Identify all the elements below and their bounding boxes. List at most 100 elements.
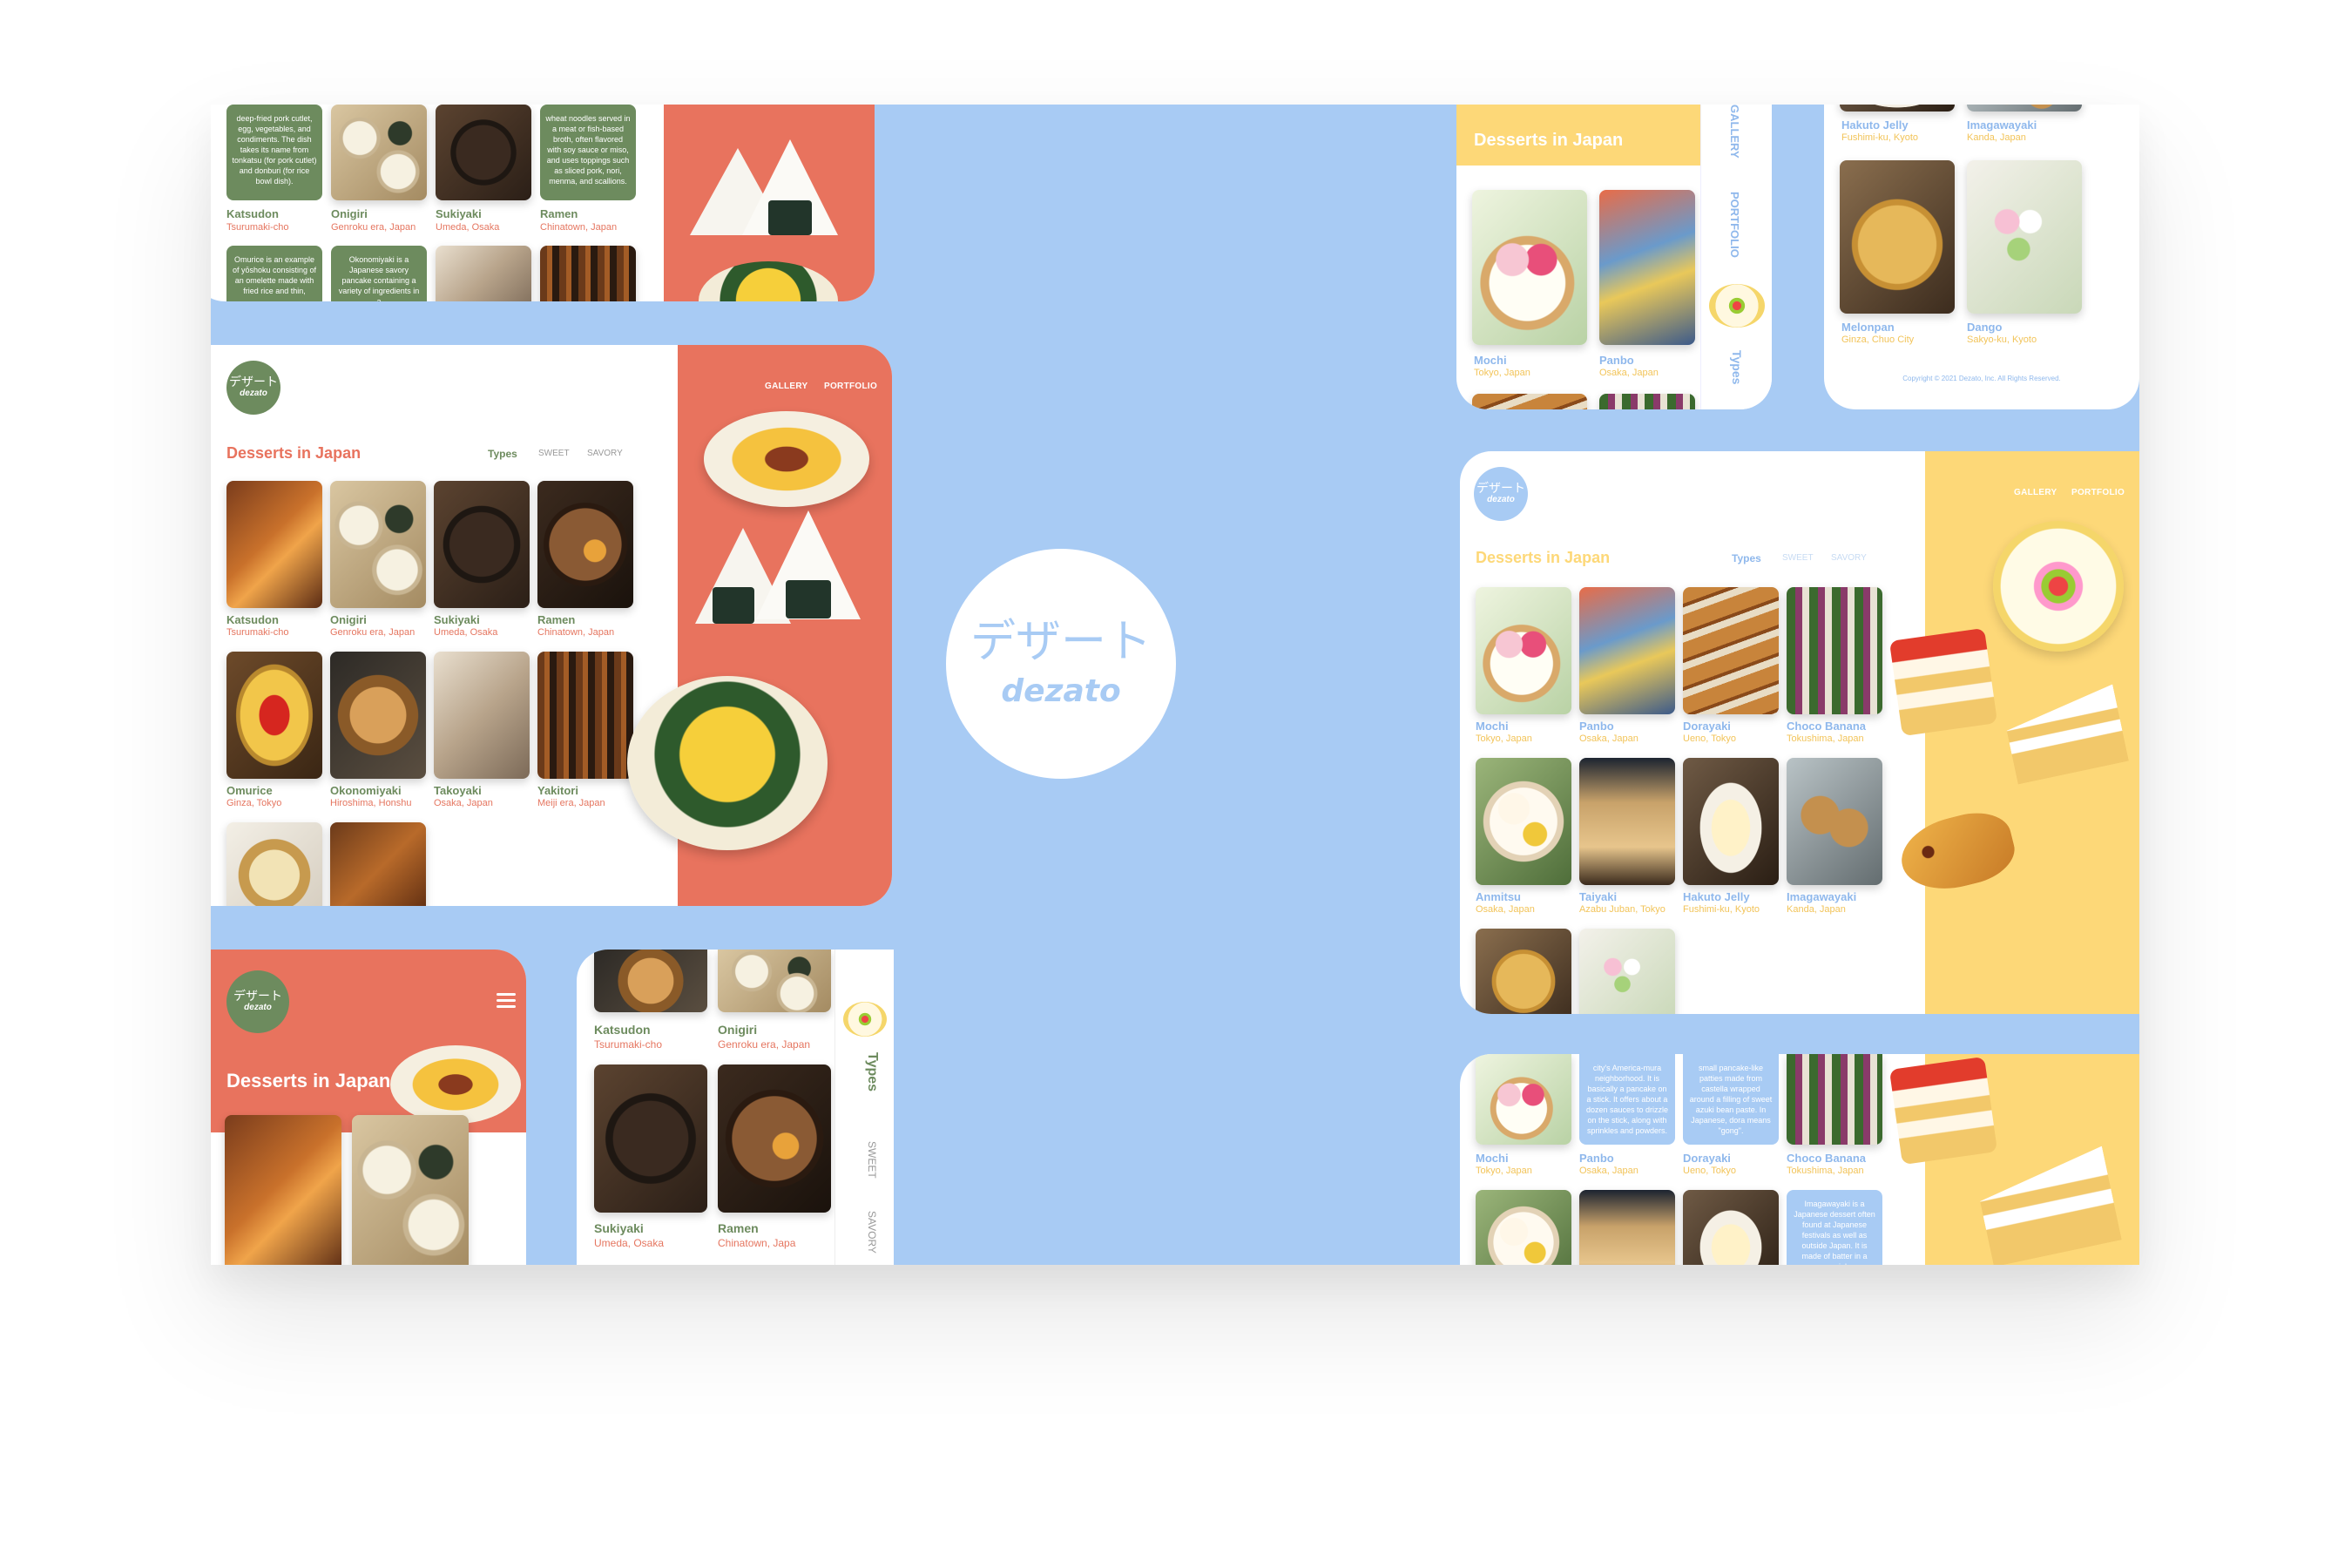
strawberry-shortcake-illustration [1888,1056,1998,1166]
item-name: Mochi [1474,354,1507,367]
logo[interactable]: デザート dezato [226,970,289,1033]
item-name: Imagawayaki [1967,118,2037,132]
item-place: Osaka, Japan [1579,733,1638,744]
ramen-photo[interactable] [718,1064,831,1213]
filter-sweet[interactable]: SWEET [1782,553,1814,563]
melonpan-photo[interactable] [1840,160,1955,314]
sukiyaki-photo[interactable] [594,1064,707,1213]
item-place: Tsurumaki-cho [594,1038,663,1051]
item-name: Taiyaki [1579,890,1618,903]
dorayaki-photo[interactable] [1683,587,1779,714]
filter-savory[interactable]: SAVORY [1831,553,1867,563]
logo[interactable]: デザート dezato [1474,467,1528,521]
sukiyaki-photo[interactable] [434,481,530,608]
filter-types[interactable]: Types [488,448,517,460]
taiyaki-photo[interactable] [1579,1190,1675,1265]
dorayaki-description: small pancake-like patties made from cas… [1683,1054,1779,1145]
item-name: Katsudon [226,207,279,220]
copyright: Copyright © 2021 Dezato, Inc. All Rights… [1902,375,2061,382]
mochi-photo[interactable] [1472,190,1587,345]
imagawayaki-description: Imagawayaki is a Japanese dessert often … [1787,1190,1882,1265]
mobile-savory-card: デザート dezato Desserts in Japan [211,950,526,1265]
katsudon-photo[interactable] [225,1115,341,1265]
panbo-description: city's America-mura neighborhood. It is … [1579,1054,1675,1145]
item-place: Ueno, Tokyo [1683,1166,1736,1176]
taiyaki-photo[interactable] [1579,758,1675,885]
sweet-gallery-card: デザート dezato GALLERY PORTFOLIO Desserts i… [1460,451,2139,1014]
filter-types[interactable]: Types [864,1052,880,1092]
filter-types[interactable]: Types [1730,350,1744,384]
choco-banana-photo[interactable] [1787,587,1882,714]
okonomiyaki-photo[interactable] [330,652,426,779]
filter-savory[interactable]: SAVORY [866,1211,878,1254]
choco-banana-photo[interactable] [1787,1054,1882,1145]
ramen-description: wheat noodles served in a meat or fish-b… [540,105,636,200]
panbo-photo[interactable] [1599,190,1695,345]
item-name: Anmitsu [1476,890,1521,903]
dango-photo[interactable] [1579,929,1675,1014]
item-place: Tsurumaki-cho [226,222,289,233]
sukiyaki-photo[interactable] [436,105,531,200]
brand-logo-circle: デザート dezato [946,549,1176,779]
filter-sweet[interactable]: SWEET [866,1141,878,1179]
okonomiyaki-description: Okonomiyaki is a Japanese savory pancake… [331,246,427,301]
hakuto-jelly-photo[interactable] [1683,1190,1779,1265]
onigiri-photo[interactable] [330,481,426,608]
anmitsu-photo[interactable] [1476,1190,1571,1265]
melonpan-photo[interactable] [1476,929,1571,1014]
okonomiyaki-photo[interactable] [594,950,707,1012]
panbo-photo[interactable] [1579,587,1675,714]
nav-portfolio[interactable]: PORTFOLIO [2071,488,2125,497]
ramen-photo[interactable] [537,481,633,608]
item-name: Onigiri [718,1023,758,1037]
logo[interactable]: デザート dezato [226,361,280,415]
filter-types[interactable]: Types [1732,552,1761,564]
onigiri-illustration [664,139,838,253]
nav-portfolio[interactable]: PORTFOLIO [824,382,877,391]
mochi-photo[interactable] [1476,1054,1571,1145]
vertical-sidebar [834,950,894,1265]
takoyaki-photo[interactable] [436,246,531,301]
item-name: Onigiri [330,613,367,626]
imagawayaki-photo[interactable] [1787,758,1882,885]
imagawayaki-photo[interactable] [1967,105,2082,112]
choco-banana-photo[interactable] [1599,394,1695,409]
udon-photo[interactable] [226,822,322,906]
filter-savory[interactable]: SAVORY [587,449,623,458]
dango-photo[interactable] [1967,160,2082,314]
item-name: Choco Banana [1787,1152,1867,1165]
item-place: Umeda, Osaka [434,627,498,638]
dessert-roll-illustration [843,1002,887,1037]
filter-sweet[interactable]: SWEET [538,449,570,458]
mochi-photo[interactable] [1476,587,1571,714]
nav-portfolio[interactable]: PORTFOLIO [1728,192,1741,258]
item-name: Onigiri [331,207,368,220]
hakuto-jelly-photo[interactable] [1683,758,1779,885]
page-title: Desserts in Japan [1476,549,1611,566]
showcase-canvas: デザート dezato deep-fried pork cutlet, egg,… [211,105,2139,1265]
yakitori-photo[interactable] [537,652,633,779]
nav-gallery[interactable]: GALLERY [1728,105,1741,159]
nav-gallery[interactable]: GALLERY [765,382,808,391]
item-name: Panbo [1579,720,1614,733]
omurice-photo[interactable] [226,652,322,779]
item-place: Tokushima, Japan [1787,733,1864,744]
takoyaki-photo[interactable] [434,652,530,779]
item-place: Hiroshima, Honshu [330,798,412,808]
dorayaki-photo[interactable] [1472,394,1587,409]
onigiri-photo[interactable] [718,950,831,1012]
nav-gallery[interactable]: GALLERY [2014,488,2057,497]
tonkatsu-photo[interactable] [330,822,426,906]
item-place: Sakyo-ku, Kyoto [1967,335,2037,345]
item-name: Mochi [1476,720,1509,733]
yakitori-photo[interactable] [540,246,636,301]
katsudon-photo[interactable] [226,481,322,608]
hakuto-jelly-photo[interactable] [1840,105,1955,112]
onigiri-photo[interactable] [331,105,427,200]
onigiri-photo[interactable] [352,1115,469,1265]
menu-icon[interactable] [497,993,516,1009]
anmitsu-photo[interactable] [1476,758,1571,885]
sweet-detail-card: city's America-mura neighborhood. It is … [1460,1054,2139,1265]
item-name: Katsudon [594,1023,651,1037]
item-name: Dorayaki [1683,720,1731,733]
